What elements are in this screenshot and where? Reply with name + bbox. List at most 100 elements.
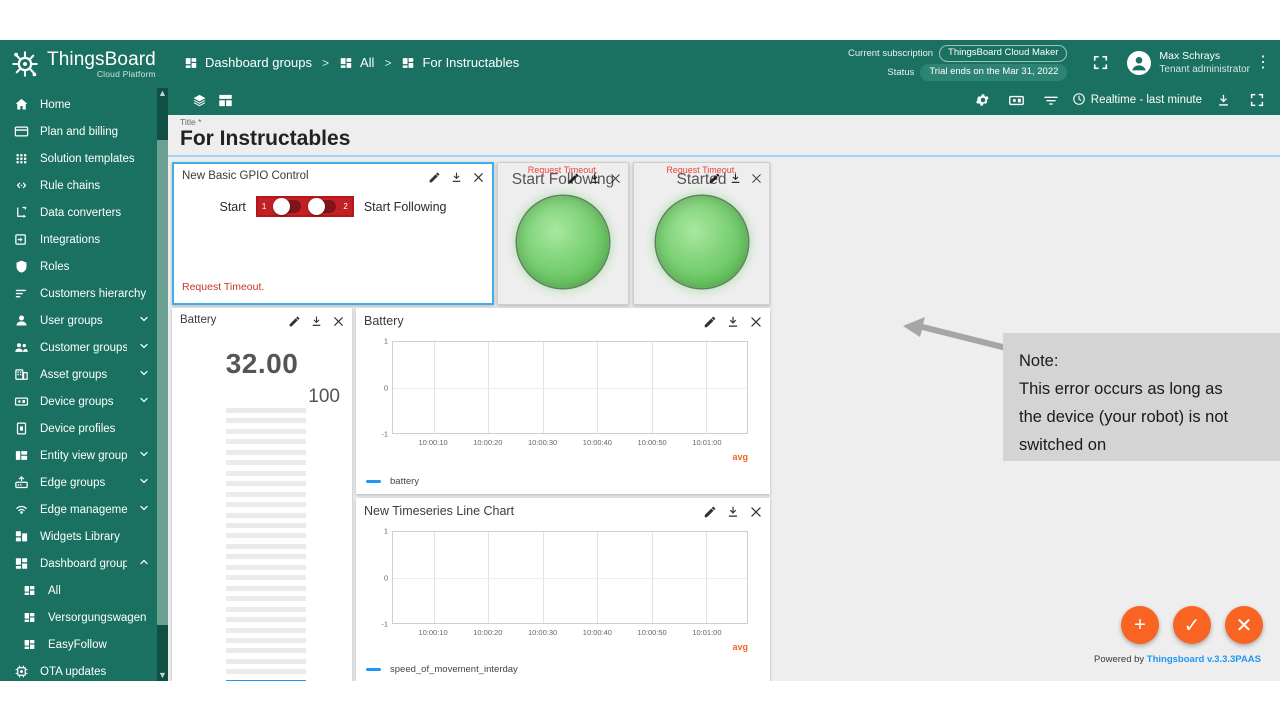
- device-icon[interactable]: [1004, 87, 1030, 113]
- layers-icon[interactable]: [186, 87, 212, 113]
- sidebar-scroll-up-icon[interactable]: ▲: [157, 88, 168, 99]
- widget-led-start-following[interactable]: Start Following Request Timeout.: [497, 162, 629, 305]
- sidebar-item-widgets-library[interactable]: Widgets Library: [0, 523, 168, 550]
- fullscreen-icon[interactable]: [1085, 48, 1115, 78]
- chevron-down-icon[interactable]: [138, 394, 152, 409]
- gpio-switch-2[interactable]: [308, 200, 336, 213]
- sidebar-item-customers-hierarchy[interactable]: Customers hierarchy: [0, 280, 168, 307]
- gpio-switch-1[interactable]: [273, 200, 301, 213]
- gauge-bar: [226, 544, 306, 549]
- dashboard-icon: [22, 583, 37, 599]
- chart-y-tick: 0: [376, 383, 388, 392]
- pencil-icon[interactable]: [703, 505, 717, 519]
- pencil-icon[interactable]: [428, 171, 441, 184]
- filter-icon[interactable]: [1038, 87, 1064, 113]
- user-icon: [13, 313, 29, 329]
- widget-header: Battery: [172, 308, 352, 328]
- breadcrumb-item-all[interactable]: All: [339, 55, 374, 70]
- sidebar-item-data-converters[interactable]: Data converters: [0, 199, 168, 226]
- fullscreen-icon[interactable]: [1244, 87, 1270, 113]
- sidebar-item-customer-groups[interactable]: Customer groups: [0, 334, 168, 361]
- sidebar-item-all[interactable]: All: [0, 577, 168, 604]
- sidebar-item-plan-and-billing[interactable]: Plan and billing: [0, 118, 168, 145]
- download-icon[interactable]: [729, 172, 742, 185]
- download-icon[interactable]: [310, 315, 323, 328]
- sidebar-item-label: Device groups: [40, 396, 127, 408]
- timewindow-selector[interactable]: Realtime - last minute: [1072, 92, 1202, 109]
- thingsboard-version-link[interactable]: Thingsboard v.3.3.3PAAS: [1147, 654, 1261, 665]
- sidebar-item-device-profiles[interactable]: Device profiles: [0, 415, 168, 442]
- widget-header: New Basic GPIO Control: [174, 164, 492, 184]
- chevron-down-icon[interactable]: [138, 313, 152, 328]
- gear-icon[interactable]: [970, 87, 996, 113]
- widget-chart-battery[interactable]: Battery avg 10:00:1010:00:2010:00:3010:0: [356, 308, 770, 494]
- download-icon[interactable]: [726, 505, 740, 519]
- users-icon: [13, 340, 29, 356]
- chevron-down-icon[interactable]: [138, 502, 152, 517]
- add-widget-button[interactable]: +: [1121, 606, 1159, 644]
- subscription-info: Current subscription ThingsBoard Cloud M…: [848, 45, 1067, 81]
- sidebar-item-edge-groups[interactable]: Edge groups: [0, 469, 168, 496]
- cancel-changes-button[interactable]: ✕: [1225, 606, 1263, 644]
- close-icon[interactable]: [749, 315, 763, 329]
- chevron-up-icon[interactable]: [138, 556, 152, 571]
- widget-led-started[interactable]: Started Request Timeout.: [633, 162, 770, 305]
- widgets-icon: [13, 529, 29, 545]
- download-icon[interactable]: [450, 171, 463, 184]
- chart-x-tick: 10:01:00: [692, 438, 721, 447]
- close-icon[interactable]: [332, 315, 345, 328]
- sidebar-scrollbar[interactable]: [157, 88, 168, 681]
- dashboard-title-field[interactable]: Title * For Instructables: [168, 115, 1280, 157]
- dashboard-layout-icon[interactable]: [212, 87, 238, 113]
- download-icon[interactable]: [726, 315, 740, 329]
- sidebar-item-rule-chains[interactable]: Rule chains: [0, 172, 168, 199]
- chevron-down-icon[interactable]: [138, 340, 152, 355]
- sidebar-item-label: Edge groups: [40, 477, 127, 489]
- sidebar-scrollbar-thumb[interactable]: [157, 140, 168, 625]
- chevron-down-icon[interactable]: [138, 367, 152, 382]
- close-icon[interactable]: [750, 172, 763, 185]
- sidebar-item-dashboard-groups[interactable]: Dashboard groups: [0, 550, 168, 577]
- sidebar-item-ota-updates[interactable]: OTA updates: [0, 658, 168, 681]
- gpio-toggle-group[interactable]: 1 2: [256, 196, 354, 217]
- sidebar-item-entity-view-groups[interactable]: Entity view groups: [0, 442, 168, 469]
- dashboard-icon: [22, 637, 37, 653]
- pencil-icon[interactable]: [708, 172, 721, 185]
- close-icon[interactable]: [609, 172, 622, 185]
- subscription-row: Current subscription ThingsBoard Cloud M…: [848, 45, 1067, 62]
- widget-gpio-control[interactable]: New Basic GPIO Control Start 1: [172, 162, 494, 305]
- sidebar-item-asset-groups[interactable]: Asset groups: [0, 361, 168, 388]
- dashboard-icon: [184, 56, 198, 70]
- sidebar-item-home[interactable]: Home: [0, 91, 168, 118]
- close-icon[interactable]: [749, 505, 763, 519]
- pencil-icon[interactable]: [567, 172, 580, 185]
- chevron-down-icon[interactable]: [138, 475, 152, 490]
- close-icon[interactable]: [472, 171, 485, 184]
- sidebar-item-easyfollow[interactable]: EasyFollow: [0, 631, 168, 658]
- pencil-icon[interactable]: [288, 315, 301, 328]
- chart-x-tick: 10:00:10: [418, 628, 447, 637]
- gauge-bar: [226, 648, 306, 653]
- led-indicator: [656, 196, 748, 288]
- legend-color-swatch: [366, 668, 381, 671]
- sidebar-item-edge-management[interactable]: Edge management: [0, 496, 168, 523]
- breadcrumb-item-dashboard-groups[interactable]: Dashboard groups: [184, 55, 312, 70]
- download-icon[interactable]: [588, 172, 601, 185]
- sidebar-scroll-down-icon[interactable]: ▼: [157, 670, 168, 681]
- sidebar-item-roles[interactable]: Roles: [0, 253, 168, 280]
- sidebar-item-device-groups[interactable]: Device groups: [0, 388, 168, 415]
- apply-changes-button[interactable]: ✓: [1173, 606, 1211, 644]
- sidebar-item-versorgungswagen[interactable]: Versorgungswagen: [0, 604, 168, 631]
- page-title[interactable]: For Instructables: [180, 126, 1280, 152]
- sidebar-item-integrations[interactable]: Integrations: [0, 226, 168, 253]
- user-menu[interactable]: Max Schrays Tenant administrator: [1127, 49, 1250, 77]
- widget-battery-gauge[interactable]: Battery 32.00 100 0: [172, 308, 352, 681]
- sidebar-item-user-groups[interactable]: User groups: [0, 307, 168, 334]
- breadcrumb-item-for-instructables[interactable]: For Instructables: [401, 55, 519, 70]
- pencil-icon[interactable]: [703, 315, 717, 329]
- chevron-down-icon[interactable]: [138, 448, 152, 463]
- more-vertical-icon[interactable]: ⋮: [1254, 58, 1272, 68]
- sidebar-item-solution-templates[interactable]: Solution templates: [0, 145, 168, 172]
- widget-chart-timeseries[interactable]: New Timeseries Line Chart avg 10:00:1010: [356, 498, 770, 681]
- download-icon[interactable]: [1210, 87, 1236, 113]
